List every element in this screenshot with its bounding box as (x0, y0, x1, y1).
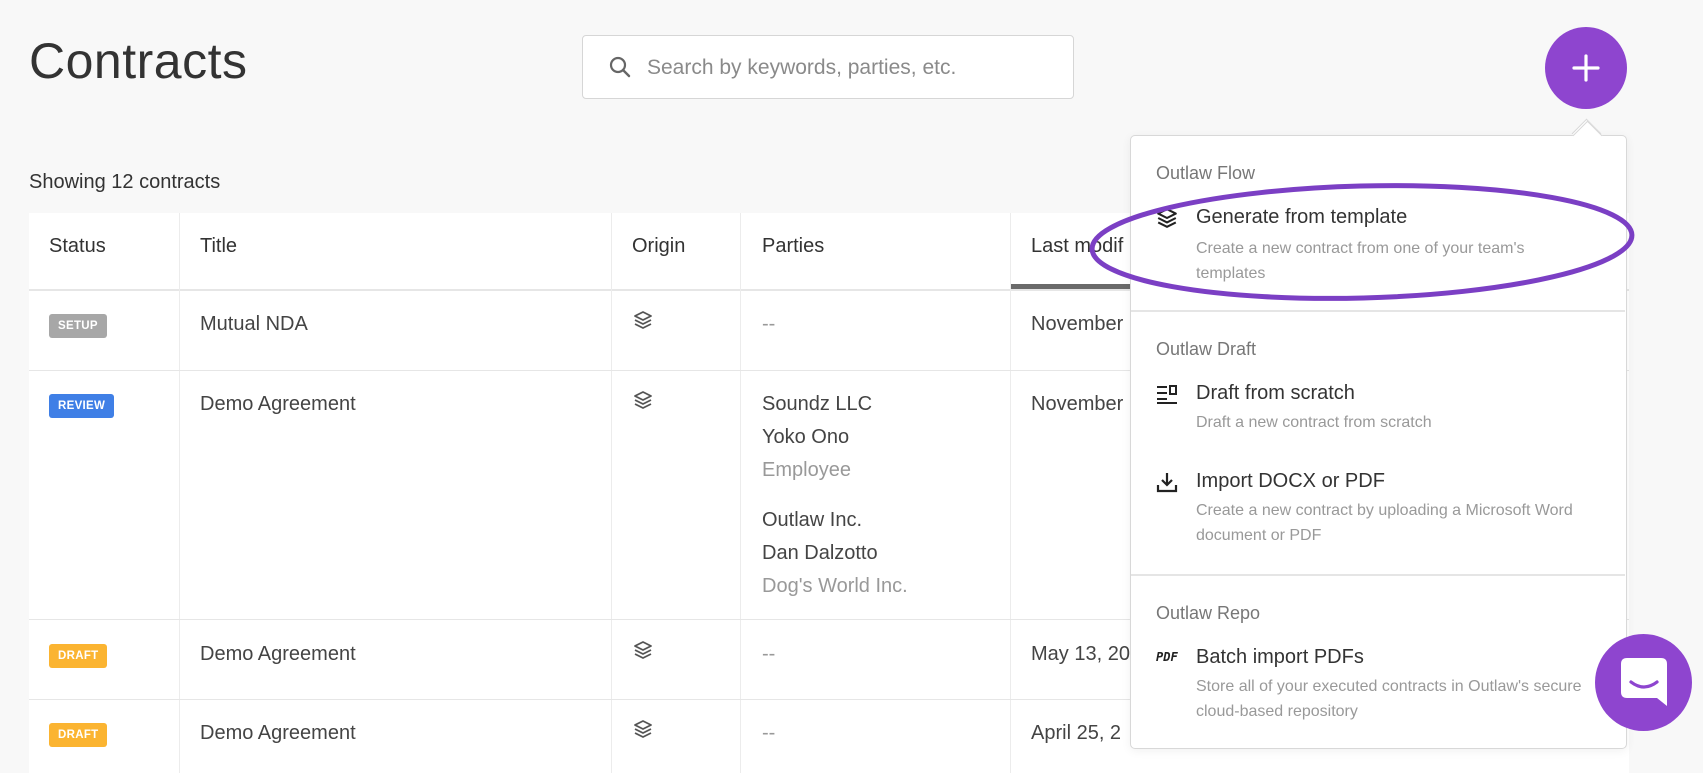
contract-count: Showing 12 contracts (29, 171, 221, 193)
menu-item-description: Store all of your executed contracts in … (1196, 678, 1582, 720)
highlight-ellipse (1089, 183, 1635, 301)
layers-icon (634, 311, 652, 329)
menu-item-description: Create a new contract by uploading a Mic… (1196, 502, 1573, 544)
last-modified: November (1031, 393, 1124, 415)
menu-section-title: Outlaw Repo (1156, 603, 1261, 623)
status-badge: DRAFT (49, 723, 108, 747)
menu-item-draft-from-scratch[interactable]: Draft from scratch Draft a new contract … (1131, 382, 1625, 442)
party-name: Soundz LLC (762, 393, 873, 415)
contract-title[interactable]: Mutual NDA (200, 313, 308, 336)
menu-item-label: Import DOCX or PDF (1196, 470, 1385, 492)
party-role: Employee (762, 459, 851, 481)
menu-section-title: Outlaw Draft (1156, 339, 1257, 359)
column-divider (611, 213, 612, 773)
status-badge: REVIEW (49, 394, 115, 418)
column-header-parties[interactable]: Parties (762, 213, 824, 289)
column-divider (179, 213, 180, 773)
status-badge: DRAFT (49, 644, 108, 668)
party-name: Outlaw Inc. (762, 509, 863, 531)
last-modified: November (1031, 313, 1124, 335)
search-input[interactable] (645, 48, 1059, 88)
draft-icon (1157, 385, 1177, 404)
add-contract-button[interactable] (1545, 27, 1627, 109)
menu-divider (1131, 574, 1625, 576)
column-header-title[interactable]: Title (200, 213, 237, 289)
column-divider (1010, 213, 1011, 773)
column-header-status[interactable]: Status (49, 213, 106, 289)
parties-empty: -- (762, 643, 776, 665)
contract-title[interactable]: Demo Agreement (200, 722, 356, 745)
chat-icon (1621, 658, 1667, 706)
menu-item-batch-import-pdfs[interactable]: PDF Batch import PDFs Store all of your … (1131, 646, 1625, 731)
last-modified: April 25, 2 (1031, 722, 1122, 744)
search-box[interactable] (582, 35, 1074, 99)
layers-icon (634, 720, 652, 738)
parties-empty: -- (762, 722, 776, 744)
menu-item-description: Draft a new contract from scratch (1196, 414, 1432, 431)
plus-icon (1572, 54, 1600, 82)
column-divider (740, 213, 741, 773)
party-person: Dan Dalzotto (762, 542, 878, 564)
status-badge: SETUP (49, 314, 107, 338)
parties-empty: -- (762, 313, 776, 335)
layers-icon (634, 391, 652, 409)
column-header-origin[interactable]: Origin (632, 213, 685, 289)
contract-title[interactable]: Demo Agreement (200, 393, 356, 416)
layers-icon (634, 641, 652, 659)
page-title: Contracts (29, 33, 248, 89)
menu-item-import-docx-or-pdf[interactable]: Import DOCX or PDF Create a new contract… (1131, 470, 1625, 555)
dropdown-caret (1572, 120, 1603, 151)
chat-launcher-button[interactable] (1595, 634, 1692, 731)
pdf-icon: PDF (1156, 650, 1178, 664)
party-person: Yoko Ono (762, 426, 850, 448)
menu-item-label: Batch import PDFs (1196, 646, 1364, 668)
contract-title[interactable]: Demo Agreement (200, 643, 356, 666)
search-icon (609, 56, 631, 78)
menu-item-label: Draft from scratch (1196, 382, 1355, 404)
menu-divider (1131, 310, 1625, 312)
last-modified: May 13, 20 (1031, 643, 1130, 665)
download-icon (1156, 473, 1178, 493)
party-role: Dog's World Inc. (762, 575, 908, 597)
